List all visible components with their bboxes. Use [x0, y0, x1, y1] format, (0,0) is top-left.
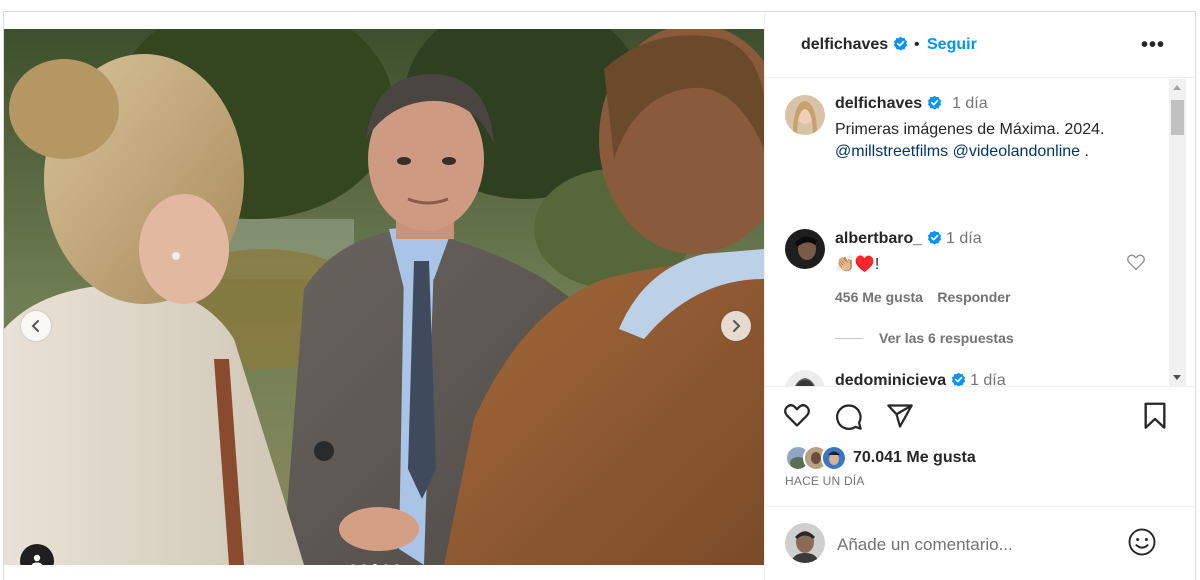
current-user-avatar-image — [785, 523, 825, 563]
view-replies-button[interactable]: Ver las 6 respuestas — [835, 330, 1014, 346]
caption-header: delfichaves 1 día — [835, 95, 988, 113]
comment-header: dedominicieva 1 día — [835, 372, 1006, 386]
chevron-left-icon — [31, 320, 39, 332]
slide-dot — [383, 564, 389, 565]
comments-list[interactable]: delfichaves 1 día Primeras imágenes de M… — [765, 79, 1196, 386]
chevron-right-icon — [733, 320, 741, 332]
scrollbar-thumb[interactable] — [1171, 100, 1184, 135]
caption-time[interactable]: 1 día — [952, 95, 988, 112]
post-media[interactable] — [4, 29, 764, 565]
next-slide-button[interactable] — [721, 311, 751, 341]
scroll-down-arrow-icon[interactable] — [1173, 375, 1181, 380]
more-options-button[interactable]: ••• — [1141, 34, 1165, 57]
caption-body: Primeras imágenes de Máxima. 2024. — [835, 121, 1105, 138]
verified-badge-icon — [951, 372, 965, 386]
slide-dot — [361, 564, 367, 565]
slide-indicator — [350, 564, 400, 565]
author-username[interactable]: delfichaves — [801, 36, 908, 54]
post-sidebar: delfichaves • Seguir ••• delfichaves 1 d… — [764, 12, 1196, 580]
caption-period: . — [1084, 143, 1089, 160]
smiley-icon[interactable] — [1127, 527, 1157, 557]
post-photo — [4, 29, 764, 565]
verified-badge-icon — [893, 36, 907, 51]
verified-badge-icon — [927, 95, 941, 110]
author-avatar[interactable] — [785, 95, 825, 135]
likes-summary[interactable]: 70.041 Me gusta — [785, 445, 976, 471]
comment-username[interactable]: albertbaro_ — [835, 230, 922, 247]
comment-text: 👏🏼♥️! — [835, 256, 880, 273]
previous-slide-button[interactable] — [21, 311, 51, 341]
comment-time[interactable]: 1 día — [970, 372, 1006, 386]
comment-meta: 456 Me gusta Responder — [835, 289, 1011, 307]
reply-button[interactable]: Responder — [937, 289, 1010, 305]
header-separator: • — [914, 36, 920, 53]
heart-icon[interactable] — [783, 402, 811, 428]
mention-link[interactable]: @videolandonline — [953, 143, 1080, 160]
comment-input[interactable] — [835, 531, 1139, 559]
bookmark-icon[interactable] — [1143, 402, 1167, 430]
post-header: delfichaves • Seguir ••• — [765, 12, 1196, 78]
user-tag-icon — [31, 554, 43, 565]
share-icon[interactable] — [886, 402, 914, 430]
caption-text: Primeras imágenes de Máxima. 2024. @mill… — [835, 119, 1155, 163]
slide-dot — [394, 564, 400, 565]
section-divider — [765, 386, 1196, 387]
commenter-avatar-image — [785, 370, 825, 386]
commenter-avatar[interactable] — [785, 229, 825, 269]
caption-mentions: @millstreetfilms @videolandonline . — [835, 141, 1155, 163]
slide-dot — [350, 564, 356, 565]
commenter-avatar-image — [785, 229, 825, 269]
follow-button[interactable]: Seguir — [927, 36, 977, 54]
commenter-avatar[interactable] — [785, 370, 825, 386]
comment-icon[interactable] — [835, 403, 863, 431]
post-actions — [765, 402, 1196, 438]
replies-divider-line — [835, 337, 863, 339]
comment-header: albertbaro_ 1 día — [835, 230, 982, 248]
verified-badge-icon — [927, 230, 941, 245]
author-avatar-image — [785, 95, 825, 135]
comments-scrollbar[interactable] — [1169, 79, 1186, 386]
mention-link[interactable]: @millstreetfilms — [835, 143, 948, 160]
comment-username[interactable]: dedominicieva — [835, 372, 946, 386]
post-timestamp[interactable]: HACE UN DÍA — [785, 474, 865, 488]
current-user-avatar — [785, 523, 825, 563]
comment-likes[interactable]: 456 Me gusta — [835, 289, 923, 305]
comment-time[interactable]: 1 día — [946, 230, 982, 247]
comment-like-icon[interactable] — [1126, 253, 1146, 271]
slide-dot-active — [372, 564, 378, 565]
likes-count[interactable]: 70.041 Me gusta — [853, 449, 976, 467]
view-replies-label: Ver las 6 respuestas — [879, 330, 1014, 346]
caption-username[interactable]: delfichaves — [835, 95, 922, 112]
liker-avatar — [821, 445, 847, 471]
scroll-up-arrow-icon[interactable] — [1173, 85, 1181, 90]
comment-composer — [765, 506, 1196, 580]
